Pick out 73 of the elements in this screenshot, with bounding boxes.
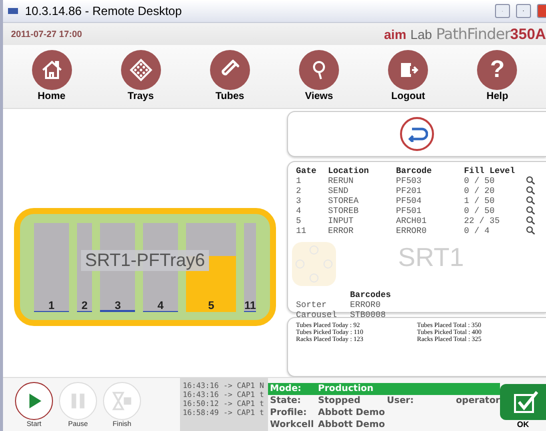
status-label: User: — [386, 396, 415, 406]
logo-text: Lab — [410, 26, 432, 42]
table-cell-text: PF201 — [396, 186, 423, 196]
status-label: State: — [269, 396, 302, 406]
table-cell-text: 1 / 50 — [464, 196, 496, 206]
table-cell-text: INPUT — [328, 216, 355, 226]
window-title: 10.3.14.86 - Remote Desktop — [25, 4, 183, 18]
table-cell-text: STB0008 — [350, 310, 387, 320]
status-value: Stopped — [318, 396, 362, 406]
status-value: Abbott Demo — [318, 408, 385, 418]
table-cell-text: 0 / 4 — [464, 226, 491, 236]
bin-number: 11 — [244, 300, 256, 312]
table-cell-text: 3 — [296, 196, 302, 206]
table-cell-text: RERUN — [328, 176, 355, 186]
status-value: Abbott Demo — [318, 420, 385, 430]
hourglass-icon — [111, 390, 133, 412]
table-cell-text: 11 — [296, 226, 308, 236]
product-name: PathFinder — [436, 24, 510, 43]
table-cell-text: ERROR0 — [350, 300, 382, 310]
column-header: Gate — [296, 166, 318, 176]
status-label: Workcell — [269, 420, 315, 430]
search-icon[interactable] — [526, 226, 535, 235]
bin-number: 2 — [82, 300, 88, 312]
logo-text: aim — [384, 26, 406, 42]
table-cell-text: ARCH01 — [396, 216, 428, 226]
table-cell-text: 0 / 50 — [464, 206, 496, 216]
table-cell-text: 0 / 20 — [464, 186, 496, 196]
return-button[interactable] — [400, 117, 434, 151]
model-number: 350A — [510, 26, 546, 43]
table-cell-text: 5 — [296, 216, 302, 226]
search-icon[interactable] — [526, 196, 535, 205]
column-header: Location — [328, 166, 370, 176]
table-cell-text: 2 — [296, 186, 302, 196]
table-cell-text: 0 / 50 — [464, 176, 496, 186]
table-cell-text: PF504 — [396, 196, 423, 206]
bin-number: 5 — [208, 300, 214, 312]
bin-number: 3 — [114, 300, 121, 312]
ok-label: OK — [517, 420, 529, 429]
carousel-drawing — [292, 242, 336, 286]
search-icon[interactable] — [526, 216, 535, 225]
checkbox-icon — [513, 390, 539, 414]
return-arrow-icon — [406, 126, 428, 142]
column-header: Barcodes — [350, 290, 392, 300]
search-icon[interactable] — [526, 186, 535, 195]
table-cell-text: 1 — [296, 176, 302, 186]
status-label: Profile: — [269, 408, 308, 418]
bin-number: 1 — [48, 300, 54, 312]
table-cell-text: ERROR — [328, 226, 355, 236]
table-cell-text: ERROR0 — [396, 226, 428, 236]
search-icon[interactable] — [526, 206, 535, 215]
bin-number: 4 — [158, 300, 164, 312]
search-icon[interactable] — [526, 176, 535, 185]
date-time: 2011-07-27 17:00 — [11, 28, 82, 39]
table-cell-text: STOREA — [328, 196, 360, 206]
status-value: operator — [456, 396, 500, 406]
ok-button[interactable] — [500, 384, 546, 420]
help-icon: ? — [490, 58, 505, 82]
mode-bar: Mode: Production — [268, 383, 500, 395]
grid-icon — [128, 58, 153, 82]
table-cell-text: SEND — [328, 186, 350, 196]
table-cell-text: 22 / 35 — [464, 216, 501, 226]
minimize-button[interactable] — [495, 4, 510, 18]
column-header: Barcode — [396, 166, 433, 176]
app-icon — [7, 6, 19, 16]
table-cell-text: Sorter — [296, 300, 328, 310]
table-cell-text: 4 — [296, 206, 302, 216]
column-header: Fill Level — [464, 166, 516, 176]
table-cell-text: Carousel — [296, 310, 338, 320]
table-cell-text: PF503 — [396, 176, 423, 186]
restore-button[interactable] — [516, 4, 531, 18]
table-cell-text: PF501 — [396, 206, 423, 216]
table-cell-text: STOREB — [328, 206, 360, 216]
tray-name: SRT1-PFTray6 — [80, 250, 210, 271]
